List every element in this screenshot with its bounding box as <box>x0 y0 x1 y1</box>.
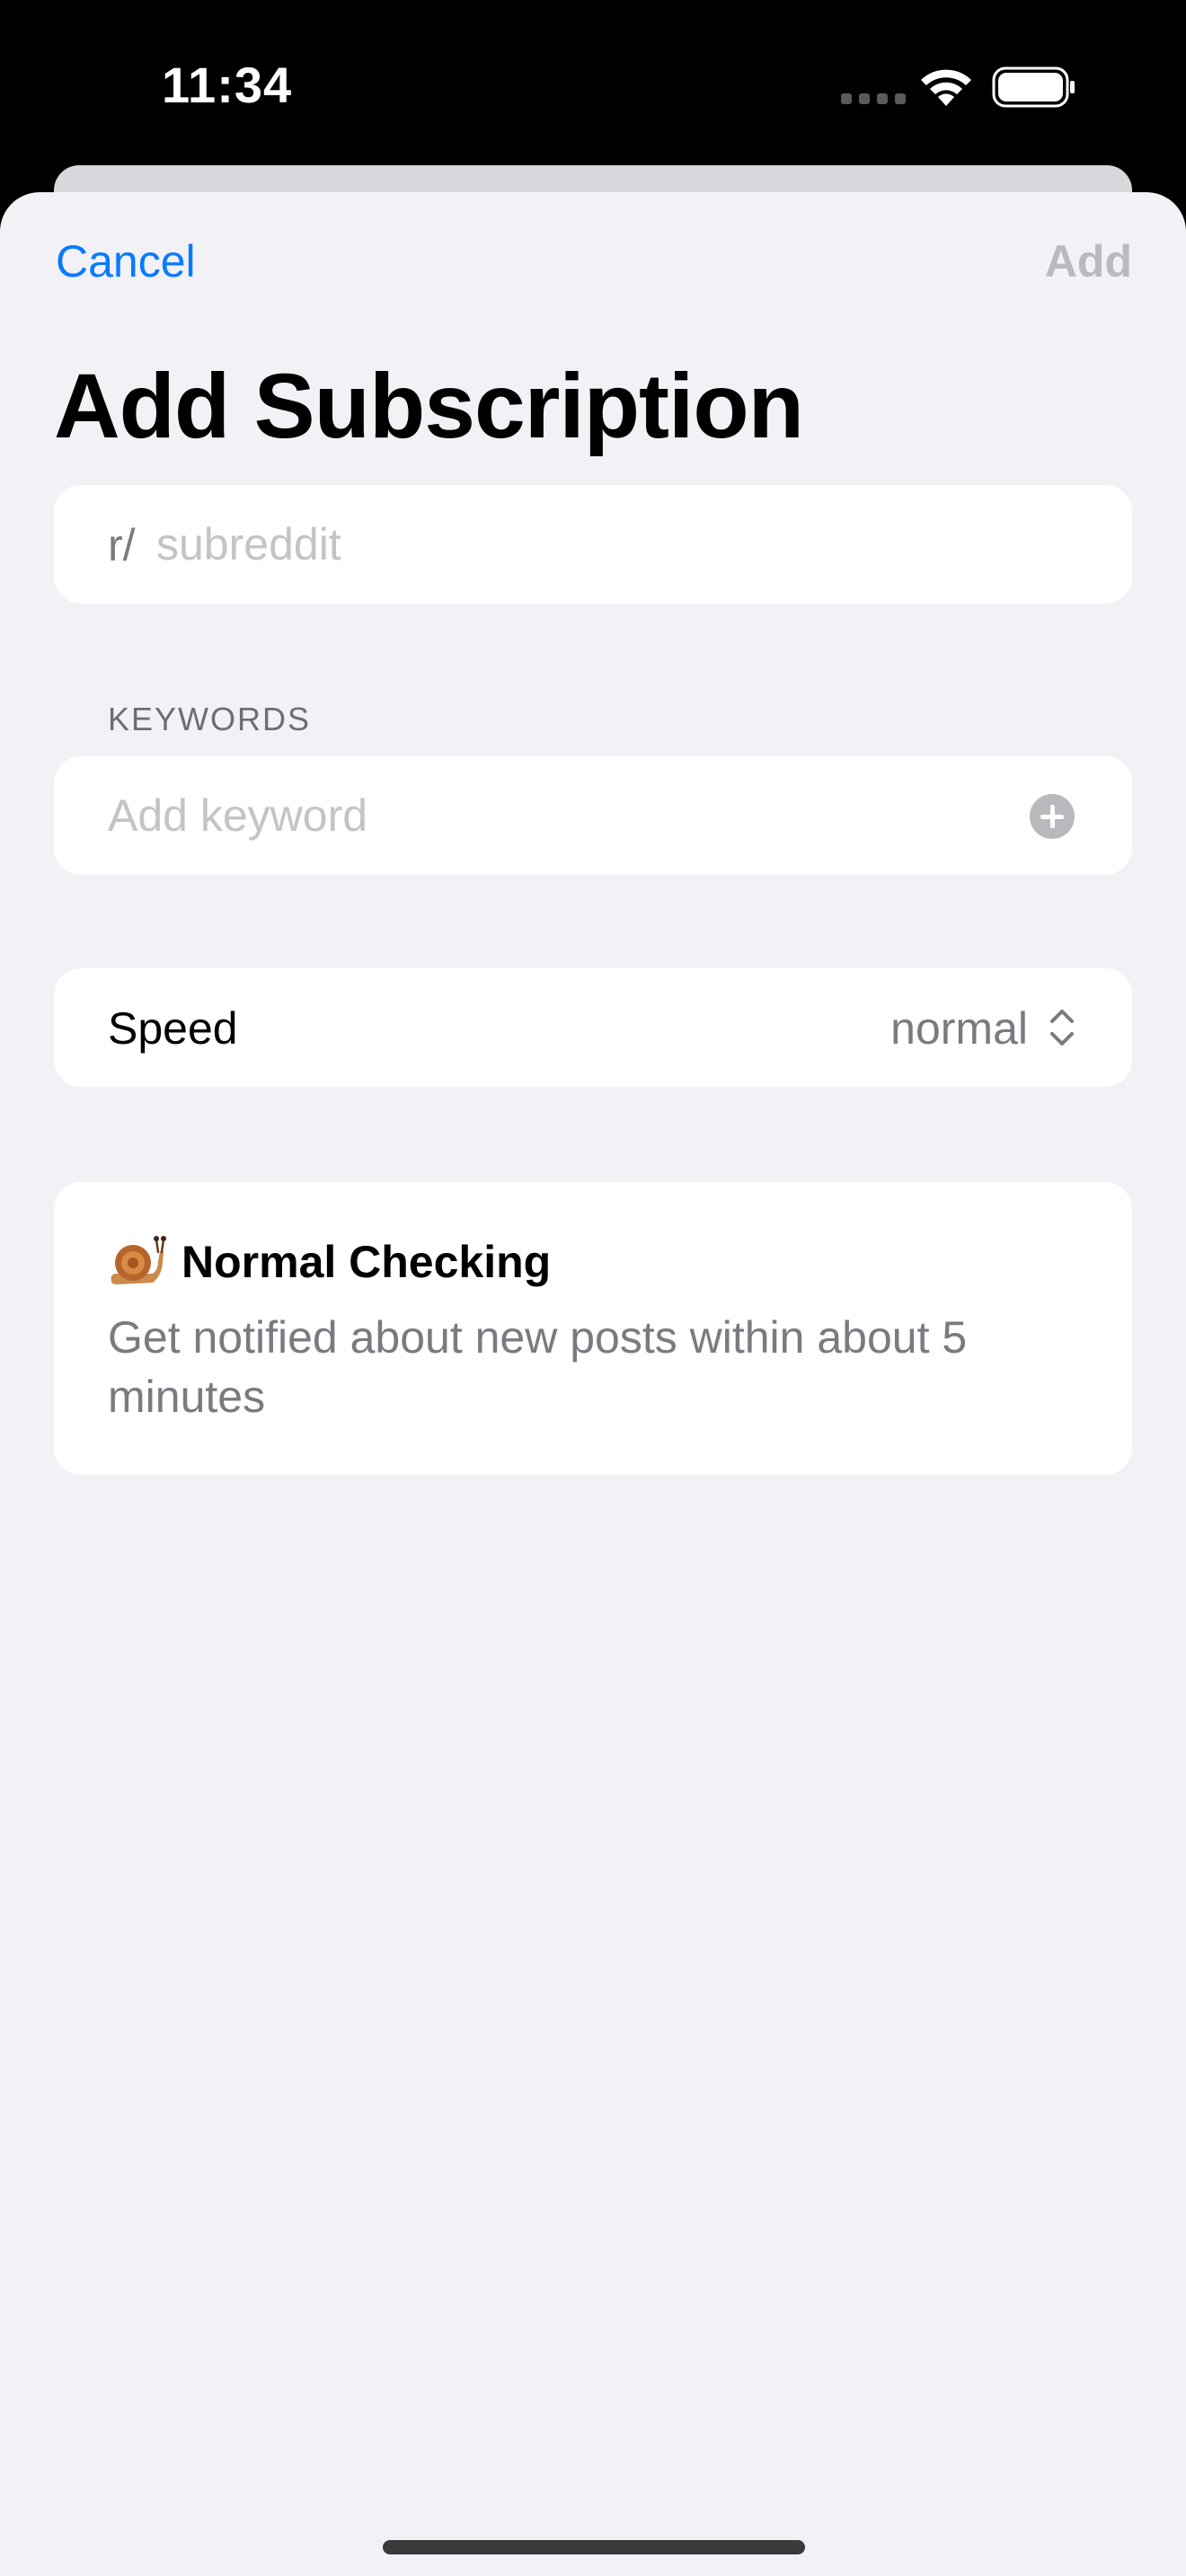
home-indicator <box>383 2540 805 2554</box>
chevron-up-down-icon <box>1050 1010 1074 1045</box>
keyword-input[interactable] <box>108 778 1024 853</box>
add-keyword-button[interactable] <box>1030 794 1075 839</box>
info-description: Get notified about new posts within abou… <box>108 1312 968 1422</box>
speed-label: Speed <box>108 1003 238 1054</box>
add-subscription-sheet: Cancel Add Add Subscription r/ KEYWORDS … <box>0 192 1186 2576</box>
cellular-signal-icon <box>841 93 906 104</box>
page-title: Add Subscription <box>54 355 804 457</box>
keyword-field <box>54 756 1132 875</box>
speed-picker[interactable]: Speed normal <box>54 968 1132 1087</box>
battery-icon <box>992 66 1075 108</box>
subreddit-input[interactable] <box>156 507 1091 582</box>
status-time: 11:34 <box>162 57 293 113</box>
subreddit-field: r/ <box>54 485 1132 604</box>
screen: 11:34 Cancel Add Add Subscription r/ KEY… <box>0 0 1186 2576</box>
status-bar: 11:34 <box>0 0 1186 171</box>
subreddit-prefix: r/ <box>108 520 136 570</box>
wifi-icon <box>921 69 971 106</box>
keywords-section-header: KEYWORDS <box>108 701 312 737</box>
info-title: Normal Checking <box>181 1237 552 1287</box>
speed-info-card: Normal Checking Get notified about new p… <box>54 1182 1132 1475</box>
cancel-button[interactable]: Cancel <box>56 235 196 287</box>
snail-icon <box>111 1236 166 1284</box>
speed-value: normal <box>890 1003 1028 1054</box>
add-button[interactable]: Add <box>1045 235 1132 287</box>
